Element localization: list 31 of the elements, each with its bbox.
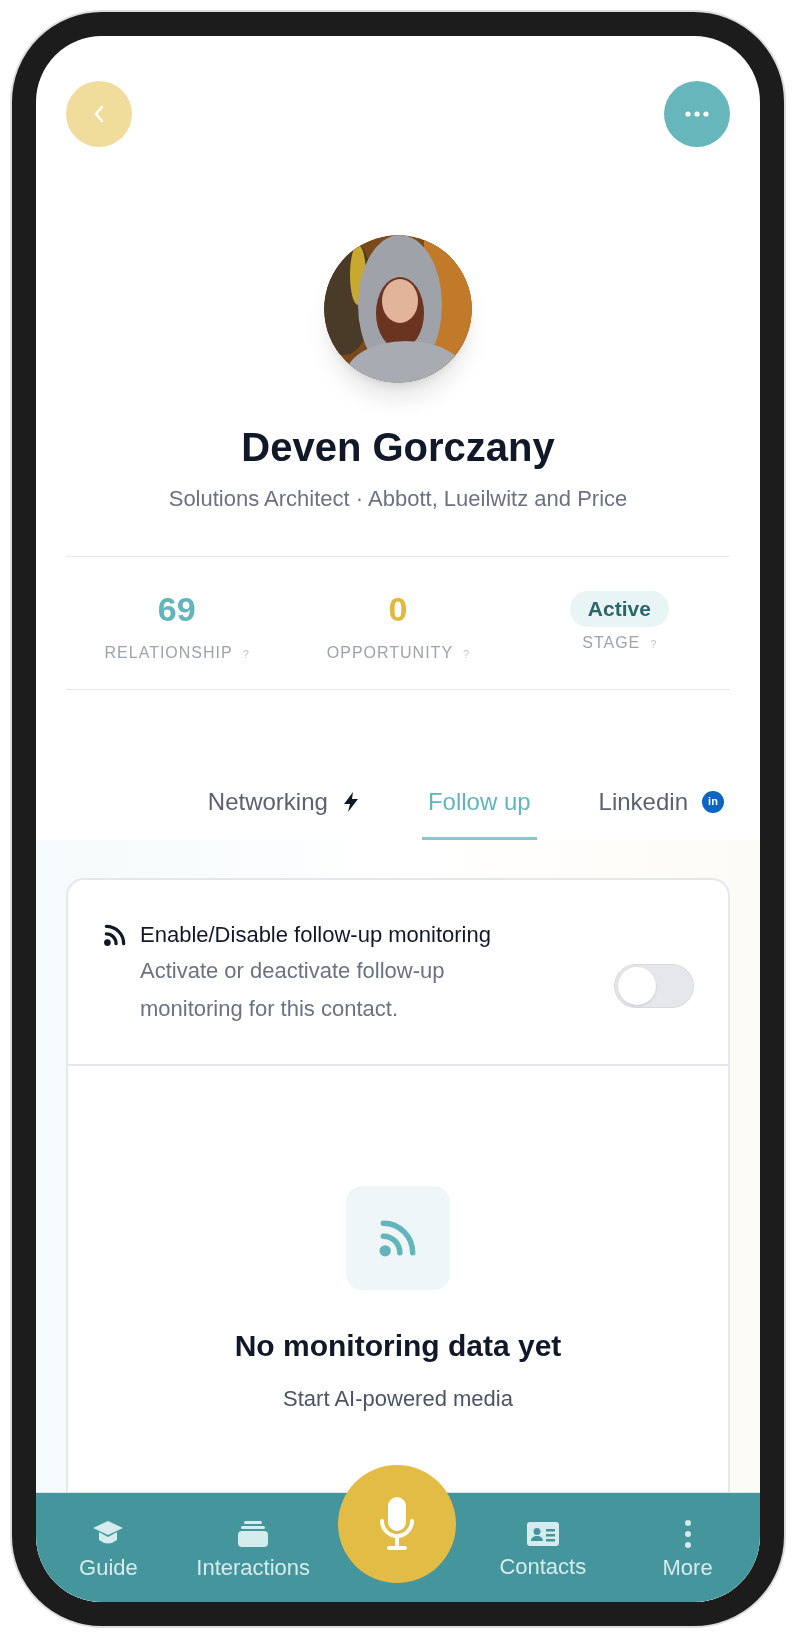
more-icon	[685, 111, 709, 117]
contact-subtitle: Solutions Architect · Abbott, Lueilwitz and Price	[167, 485, 629, 513]
monitoring-description: Activate or deactivate follow-up monitoring for this contact.	[140, 957, 446, 1023]
stat-label: OPPORTUNITY	[326, 643, 454, 663]
stat-label: RELATIONSHIP	[104, 643, 233, 663]
help-mark[interactable]: ?	[242, 646, 249, 663]
stack-icon	[236, 1518, 271, 1549]
tab[interactable]: Linkedin in	[592, 766, 730, 840]
lightning-icon	[341, 790, 360, 813]
empty-state-text: Start AI-powered media	[283, 1385, 513, 1413]
rss-icon	[102, 922, 128, 948]
nav-item[interactable]: More	[615, 1493, 760, 1602]
empty-state-title: No monitoring data yet	[234, 1328, 562, 1364]
nav-item[interactable]: Contacts	[470, 1493, 616, 1602]
score-value: 69	[157, 589, 196, 629]
more-icon	[683, 1518, 692, 1549]
nav-item[interactable]: Guide	[36, 1493, 181, 1602]
microphone-icon	[377, 1497, 416, 1551]
monitoring-title: Enable/Disable follow-up monitoring	[140, 921, 492, 949]
chevron-left-icon	[92, 103, 106, 125]
contact-name: Deven Gorczany	[240, 424, 556, 471]
monitoring-toggle[interactable]	[614, 964, 694, 1008]
score-value: 0	[388, 589, 408, 629]
stat-label: STAGE	[582, 633, 641, 653]
help-mark[interactable]: ?	[650, 636, 657, 653]
stage-badge: Active	[569, 591, 669, 627]
linkedin-badge: in	[702, 790, 724, 813]
help-mark[interactable]: ?	[463, 646, 470, 663]
nav-item[interactable]: Interactions	[180, 1493, 326, 1602]
contact-card-icon	[525, 1519, 560, 1548]
tab[interactable]: Networking	[201, 766, 366, 840]
